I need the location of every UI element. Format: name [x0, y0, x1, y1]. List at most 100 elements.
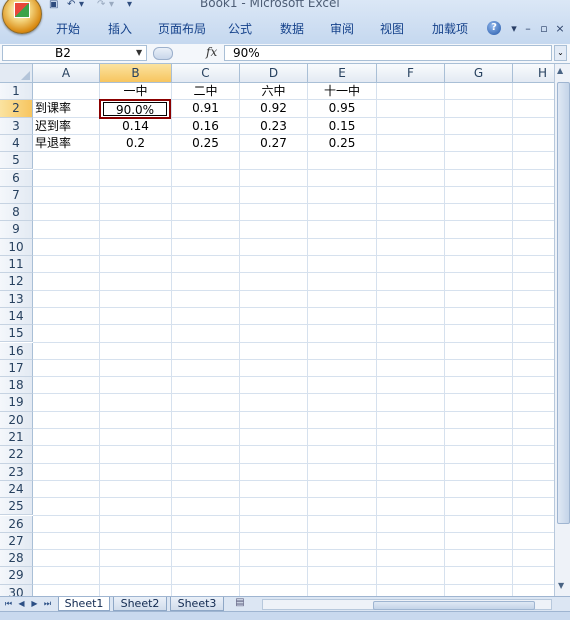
sheet-tab-sheet3[interactable]: Sheet3 [170, 597, 224, 611]
tab-home[interactable]: 开始 [50, 18, 86, 40]
row-header-20[interactable]: 20 [0, 411, 33, 429]
column-header-b[interactable]: B [100, 64, 172, 83]
row-header-17[interactable]: 17 [0, 359, 33, 378]
horizontal-scroll-thumb[interactable] [373, 601, 535, 610]
row-header-9[interactable]: 9 [0, 221, 33, 239]
row-header-3[interactable]: 3 [0, 117, 33, 135]
row-header-13[interactable]: 13 [0, 290, 33, 308]
row-header-15[interactable]: 15 [0, 325, 33, 343]
cell-d1[interactable]: 六中 [240, 83, 307, 100]
cell-e2[interactable]: 0.95 [308, 100, 376, 117]
insert-sheet-icon[interactable]: ▤ [231, 597, 249, 611]
cell-d2[interactable]: 0.92 [240, 100, 307, 117]
row-header-11[interactable]: 11 [0, 256, 33, 274]
row-header-26[interactable]: 26 [0, 515, 33, 533]
row-header-29[interactable]: 29 [0, 567, 33, 585]
row-header-23[interactable]: 23 [0, 463, 33, 481]
column-header-g[interactable]: G [445, 64, 513, 83]
select-all-button[interactable] [0, 64, 33, 83]
row-header-14[interactable]: 14 [0, 307, 33, 326]
row-header-19[interactable]: 19 [0, 394, 33, 412]
row-header-21[interactable]: 21 [0, 429, 33, 447]
cell-b1[interactable]: 一中 [100, 83, 171, 100]
tab-insert[interactable]: 插入 [102, 18, 138, 40]
cell-c2[interactable]: 0.91 [172, 100, 239, 117]
row-header-7[interactable]: 7 [0, 186, 33, 205]
redo-icon[interactable]: ↷ [97, 0, 109, 10]
row-header-4[interactable]: 4 [0, 134, 33, 153]
cell-a3[interactable]: 迟到率 [33, 118, 99, 135]
row-header-18[interactable]: 18 [0, 377, 33, 395]
worksheet-grid[interactable]: A B C D E F G H 1 2 3 4 5 6 7 8 9 10 11 12 13 14 15 16 1… [0, 64, 554, 596]
vertical-scroll-thumb[interactable] [557, 82, 570, 524]
row-header-8[interactable]: 8 [0, 204, 33, 222]
active-cell-b2[interactable]: 90.0% [99, 99, 171, 119]
sheet-tab-sheet1[interactable]: Sheet1 [58, 597, 110, 611]
cell-b4[interactable]: 0.2 [100, 135, 171, 152]
tab-page-layout[interactable]: 页面布局 [152, 18, 212, 40]
name-box-dropdown-icon[interactable]: ▼ [136, 48, 142, 57]
minimize-icon[interactable]: – [521, 22, 535, 36]
cell-a4[interactable]: 早退率 [33, 135, 99, 152]
column-header-e[interactable]: E [308, 64, 377, 83]
cell-a2[interactable]: 到课率 [33, 100, 99, 117]
column-header-d[interactable]: D [240, 64, 308, 83]
scroll-down-icon[interactable]: ▼ [558, 581, 564, 590]
column-header-f[interactable]: F [377, 64, 445, 83]
help-icon[interactable]: ? [487, 21, 501, 35]
tab-data[interactable]: 数据 [274, 18, 310, 40]
cell-d4[interactable]: 0.27 [240, 135, 307, 152]
name-box[interactable]: B2 [2, 45, 147, 61]
resize-knob-icon[interactable] [153, 47, 173, 60]
row-header-6[interactable]: 6 [0, 169, 33, 187]
column-header-a[interactable]: A [33, 64, 100, 83]
column-header-c[interactable]: C [172, 64, 240, 83]
cell-c4[interactable]: 0.25 [172, 135, 239, 152]
cell-d3[interactable]: 0.23 [240, 118, 307, 135]
cell-b3[interactable]: 0.14 [100, 118, 171, 135]
next-sheet-icon[interactable]: ▶ [29, 598, 40, 610]
row-header-30[interactable]: 30 [0, 584, 33, 596]
vertical-scrollbar[interactable]: ▲ ▼ [554, 64, 570, 596]
formula-input[interactable]: 90% [224, 45, 552, 61]
cell-e4[interactable]: 0.25 [308, 135, 376, 152]
cell-c3[interactable]: 0.16 [172, 118, 239, 135]
row-header-25[interactable]: 25 [0, 498, 33, 516]
customize-toolbar-icon[interactable]: ▾ [127, 0, 139, 10]
row-header-24[interactable]: 24 [0, 480, 33, 499]
redo-dropdown-icon[interactable]: ▾ [109, 0, 121, 10]
row-header-2[interactable]: 2 [0, 100, 33, 118]
tab-view[interactable]: 视图 [374, 18, 410, 40]
tab-review[interactable]: 审阅 [324, 18, 360, 40]
scroll-up-icon[interactable]: ▲ [557, 66, 563, 75]
horizontal-scrollbar[interactable] [262, 599, 552, 610]
row-header-5[interactable]: 5 [0, 152, 33, 170]
sheet-tab-sheet2[interactable]: Sheet2 [113, 597, 167, 611]
close-icon[interactable]: × [553, 22, 567, 36]
save-icon[interactable]: ▣ [49, 0, 61, 10]
row-header-28[interactable]: 28 [0, 550, 33, 568]
row-header-22[interactable]: 22 [0, 446, 33, 464]
tab-formulas[interactable]: 公式 [222, 18, 258, 40]
expand-formula-bar-icon[interactable]: ⌄ [554, 45, 567, 61]
column-header-h[interactable]: H [513, 64, 554, 83]
cell-c1[interactable]: 二中 [172, 83, 239, 100]
row-header-12[interactable]: 12 [0, 273, 33, 291]
row-header-1[interactable]: 1 [0, 83, 33, 101]
insert-function-icon[interactable]: fx [206, 45, 217, 59]
row-header-16[interactable]: 16 [0, 342, 33, 360]
prev-sheet-icon[interactable]: ◀ [16, 598, 27, 610]
row-header-10[interactable]: 10 [0, 238, 33, 256]
cell-b2[interactable]: 90.0% [104, 103, 166, 118]
office-button[interactable] [2, 0, 42, 34]
restore-icon[interactable]: ▫ [537, 22, 551, 36]
undo-dropdown-icon[interactable]: ▾ [79, 0, 91, 10]
help-dropdown-icon[interactable]: ▾ [507, 22, 521, 36]
first-sheet-icon[interactable]: ⏮ [3, 598, 14, 610]
last-sheet-icon[interactable]: ⏭ [42, 598, 53, 610]
cell-e3[interactable]: 0.15 [308, 118, 376, 135]
row-header-27[interactable]: 27 [0, 532, 33, 551]
cell-e1[interactable]: 十一中 [308, 83, 376, 100]
undo-icon[interactable]: ↶ [67, 0, 79, 10]
tab-add-ins[interactable]: 加载项 [426, 18, 474, 40]
